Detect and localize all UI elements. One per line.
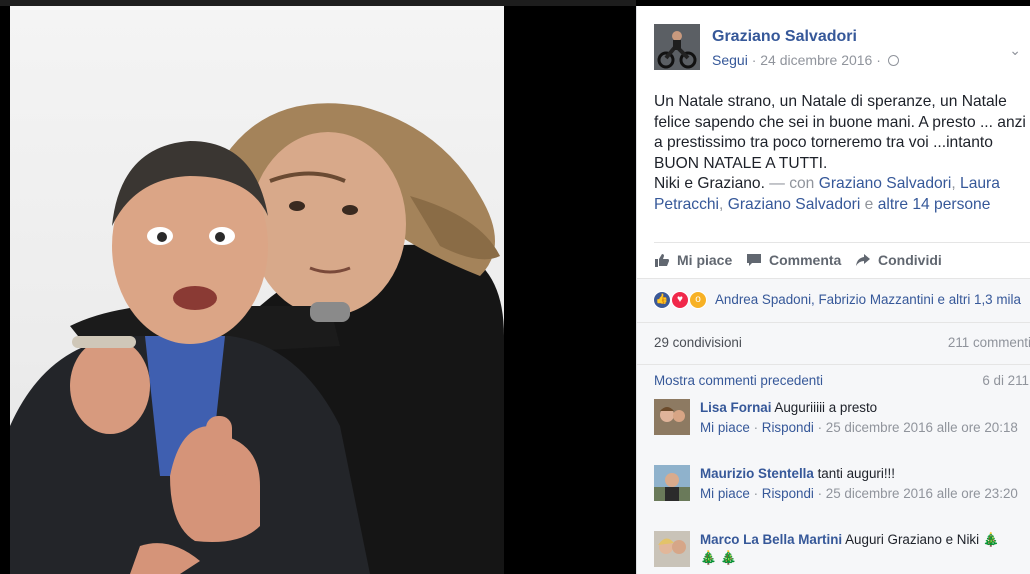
christmas-tree-icon: 🎄 bbox=[982, 532, 1000, 547]
comment-text: tanti auguri!!! bbox=[817, 466, 895, 481]
christmas-tree-icon: 🎄 🎄 bbox=[700, 550, 738, 565]
post-header: Graziano Salvadori Segui · 24 dicembre 2… bbox=[654, 24, 1024, 74]
commenter-avatar[interactable] bbox=[654, 465, 690, 501]
post-meta: Segui · 24 dicembre 2016 · bbox=[712, 52, 899, 68]
reactions-row[interactable]: 👍 ♥ o Andrea Spadoni, Fabrizio Mazzantin… bbox=[637, 278, 1030, 322]
commenter-name[interactable]: Maurizio Stentella bbox=[700, 466, 814, 481]
action-bar: Mi piace Commenta Condividi bbox=[654, 242, 1030, 278]
comments-count[interactable]: 211 commenti bbox=[948, 335, 1030, 350]
counts-row: 29 condivisioni 211 commenti bbox=[637, 322, 1030, 364]
comment-reply-link[interactable]: Rispondi bbox=[762, 486, 814, 501]
comment-text: Auguriiiii a presto bbox=[774, 400, 878, 415]
comments-pager: 6 di 211 bbox=[982, 373, 1029, 388]
post-body: Un Natale strano, un Natale di speranze,… bbox=[654, 93, 1026, 172]
author-avatar[interactable] bbox=[654, 24, 700, 70]
meta-separator-2: · bbox=[876, 52, 881, 68]
public-globe-icon bbox=[887, 55, 899, 66]
share-button[interactable]: Condividi bbox=[855, 252, 942, 268]
post-date[interactable]: 24 dicembre 2016 bbox=[760, 52, 872, 68]
post-photo[interactable] bbox=[10, 6, 504, 574]
reactions-summary[interactable]: Andrea Spadoni, Fabrizio Mazzantini e al… bbox=[715, 292, 1021, 307]
comment-body: Maurizio Stentella tanti auguri!!! Mi pi… bbox=[700, 465, 1030, 503]
like-label: Mi piace bbox=[677, 252, 733, 268]
share-label: Condividi bbox=[878, 252, 942, 268]
commenter-avatar[interactable] bbox=[654, 399, 690, 435]
motorcycle-avatar-icon bbox=[654, 24, 700, 70]
post-text: Un Natale strano, un Natale di speranze,… bbox=[654, 92, 1028, 216]
meta-separator: · bbox=[751, 52, 757, 68]
tag-link[interactable]: Graziano Salvadori bbox=[819, 175, 952, 192]
share-arrow-icon bbox=[856, 254, 870, 266]
avatar-photo-icon bbox=[654, 399, 690, 435]
comment-like-link[interactable]: Mi piace bbox=[700, 420, 750, 435]
comment-body: Marco La Bella Martini Auguri Graziano e… bbox=[700, 531, 1030, 567]
follow-link[interactable]: Segui bbox=[712, 52, 748, 68]
chevron-down-icon[interactable]: ⌄ bbox=[1009, 42, 1021, 59]
thumbs-up-icon bbox=[655, 254, 669, 267]
tag-and: e bbox=[864, 195, 874, 213]
commenter-avatar[interactable] bbox=[654, 531, 690, 567]
photo-illustration bbox=[10, 103, 504, 574]
comment-time[interactable]: 25 dicembre 2016 alle ore 23:20 bbox=[826, 486, 1018, 501]
others-link[interactable]: altre 14 persone bbox=[878, 196, 991, 213]
avatar-photo-icon bbox=[654, 465, 690, 501]
tag-comma: , bbox=[951, 175, 956, 193]
like-button[interactable]: Mi piace bbox=[654, 252, 732, 268]
comment-like-link[interactable]: Mi piace bbox=[700, 486, 750, 501]
tag-link[interactable]: Graziano Salvadori bbox=[728, 196, 861, 213]
wow-reaction-icon: o bbox=[689, 291, 707, 309]
comment-meta: Mi piace · Rispondi · 25 dicembre 2016 a… bbox=[700, 420, 1018, 435]
comment-button[interactable]: Commenta bbox=[746, 252, 841, 268]
comment-time[interactable]: 25 dicembre 2016 alle ore 20:18 bbox=[826, 420, 1018, 435]
comment-reply-link[interactable]: Rispondi bbox=[762, 420, 814, 435]
comments-section: Mostra commenti precedenti 6 di 211 Lisa… bbox=[637, 364, 1030, 574]
love-reaction-icon: ♥ bbox=[671, 291, 689, 309]
author-name[interactable]: Graziano Salvadori bbox=[712, 28, 857, 46]
comment-meta: Mi piace · Rispondi · 25 dicembre 2016 a… bbox=[700, 486, 1018, 501]
post-signature: Niki e Graziano. bbox=[654, 175, 765, 193]
comment-text: Auguri Graziano e Niki bbox=[845, 532, 980, 547]
like-reaction-icon: 👍 bbox=[653, 291, 671, 309]
post-sidebar: Graziano Salvadori Segui · 24 dicembre 2… bbox=[636, 6, 1030, 574]
tag-comma: , bbox=[719, 195, 724, 213]
commenter-name[interactable]: Marco La Bella Martini bbox=[700, 532, 842, 547]
photo-viewer bbox=[0, 0, 636, 574]
comment-bubble-icon bbox=[747, 254, 761, 266]
comment-body: Lisa Fornai Auguriiiii a presto Mi piace… bbox=[700, 399, 1030, 437]
avatar-photo-icon bbox=[654, 531, 690, 567]
with-prefix: — con bbox=[769, 175, 815, 193]
shares-count[interactable]: 29 condivisioni bbox=[654, 335, 742, 350]
comment-label: Commenta bbox=[769, 252, 842, 268]
show-previous-comments-link[interactable]: Mostra commenti precedenti bbox=[654, 373, 823, 388]
commenter-name[interactable]: Lisa Fornai bbox=[700, 400, 771, 415]
